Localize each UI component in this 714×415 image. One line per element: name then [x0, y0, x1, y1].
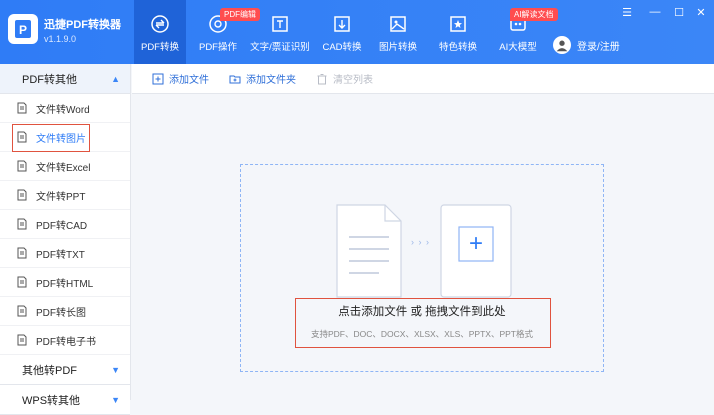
- avatar: [553, 36, 571, 54]
- highlight-box: [295, 298, 551, 348]
- ocr-icon: [272, 16, 288, 32]
- clear-list-button[interactable]: 清空列表: [316, 71, 373, 86]
- trash-icon: [317, 73, 327, 84]
- add-file-button[interactable]: 添加文件: [152, 71, 209, 86]
- file-icon: [17, 102, 27, 114]
- sidebar-item[interactable]: PDF转长图: [0, 297, 130, 326]
- sidebar-item[interactable]: PDF转电子书: [0, 326, 130, 355]
- sidebar-item[interactable]: PDF转CAD: [0, 210, 130, 239]
- sidebar-item-label: PDF转CAD: [36, 220, 88, 232]
- login-button[interactable]: 登录/注册: [553, 36, 620, 54]
- app-logo: P: [8, 14, 38, 44]
- tab-label: 图片转换: [378, 42, 417, 53]
- section-pdf-to-other[interactable]: PDF转其他 ▲: [0, 64, 130, 94]
- sidebar-item-label: 文件转Word: [36, 104, 90, 116]
- tab-label: AI大模型: [499, 42, 537, 53]
- tab-label: PDF操作: [198, 42, 237, 53]
- section-label: 其他转PDF: [22, 364, 77, 377]
- highlight-box: [12, 124, 90, 152]
- sidebar-item-label: 文件转PPT: [36, 191, 86, 203]
- file-icon: [17, 247, 27, 259]
- section-other-to-pdf[interactable]: 其他转PDF ▼: [0, 355, 130, 385]
- tab-ocr[interactable]: 文字/票证识别: [248, 0, 312, 64]
- add-folder-label: 添加文件夹: [246, 75, 296, 86]
- clear-list-label: 清空列表: [333, 75, 373, 86]
- menu-icon[interactable]: ☰: [620, 6, 634, 19]
- tab-pdf-convert[interactable]: PDF转换: [134, 0, 186, 64]
- file-toolbar: 添加文件 添加文件夹 清空列表: [132, 64, 714, 94]
- user-icon: [556, 40, 568, 52]
- file-icon: [17, 305, 27, 317]
- sidebar-item-label: PDF转长图: [36, 307, 86, 319]
- tab-cad[interactable]: CAD转换: [318, 0, 366, 64]
- sidebar-item-label: PDF转HTML: [36, 278, 94, 290]
- file-icon: [17, 276, 27, 288]
- sidebar-item-label: 文件转Excel: [36, 162, 91, 174]
- sidebar-item[interactable]: PDF转HTML: [0, 268, 130, 297]
- sidebar: PDF转其他 ▲ 文件转Word 文件转图片 文件转Excel 文件转PPT PDF转C…: [0, 64, 131, 415]
- arrow-dots-icon: › › ›: [411, 237, 430, 247]
- tab-label: 特色转换: [438, 42, 477, 53]
- sidebar-item[interactable]: PDF转TXT: [0, 239, 130, 268]
- tab-special[interactable]: 特色转换: [434, 0, 482, 64]
- tab-image[interactable]: 图片转换: [374, 0, 422, 64]
- title-bar: P 迅捷PDF转换器 v1.1.9.0 PDF转换 PDF操作 PDF编辑 文字…: [0, 0, 714, 64]
- add-file-label: 添加文件: [169, 75, 209, 86]
- file-icon: [17, 160, 27, 172]
- chevron-down-icon: ▼: [111, 364, 120, 375]
- app-version: v1.1.9.0: [44, 34, 77, 44]
- sidebar-item-label: PDF转电子书: [36, 336, 96, 348]
- sidebar-item[interactable]: 文件转Word: [0, 94, 130, 123]
- convert-icon: [151, 15, 169, 33]
- ai-doc-badge: AI解读文档: [510, 8, 558, 21]
- login-label: 登录/注册: [577, 41, 620, 53]
- svg-text:P: P: [19, 23, 27, 37]
- chevron-up-icon: ▲: [111, 73, 120, 84]
- add-file-icon: [152, 73, 164, 84]
- tab-label: 文字/票证识别: [250, 42, 310, 53]
- image-icon: [390, 16, 406, 32]
- app-name: 迅捷PDF转换器: [44, 19, 121, 31]
- sidebar-item[interactable]: 文件转PPT: [0, 181, 130, 210]
- add-folder-icon: [229, 75, 241, 83]
- minimize-icon[interactable]: —: [648, 6, 662, 18]
- cad-icon: [334, 16, 350, 32]
- tab-label: CAD转换: [322, 42, 362, 53]
- sidebar-item-label: PDF转TXT: [36, 249, 85, 261]
- file-icon: [17, 218, 27, 230]
- section-wps-to-other[interactable]: WPS转其他 ▼: [0, 385, 130, 415]
- add-folder-button[interactable]: 添加文件夹: [229, 71, 296, 86]
- maximize-icon[interactable]: ☐: [672, 6, 686, 19]
- close-icon[interactable]: ✕: [694, 6, 708, 19]
- tab-label: PDF转换: [140, 42, 179, 53]
- file-icon: [17, 334, 27, 346]
- file-icon: [17, 189, 27, 201]
- section-label: PDF转其他: [22, 73, 77, 86]
- sidebar-item[interactable]: 文件转Excel: [0, 152, 130, 181]
- plus-icon[interactable]: +: [459, 227, 493, 261]
- star-icon: [450, 16, 466, 32]
